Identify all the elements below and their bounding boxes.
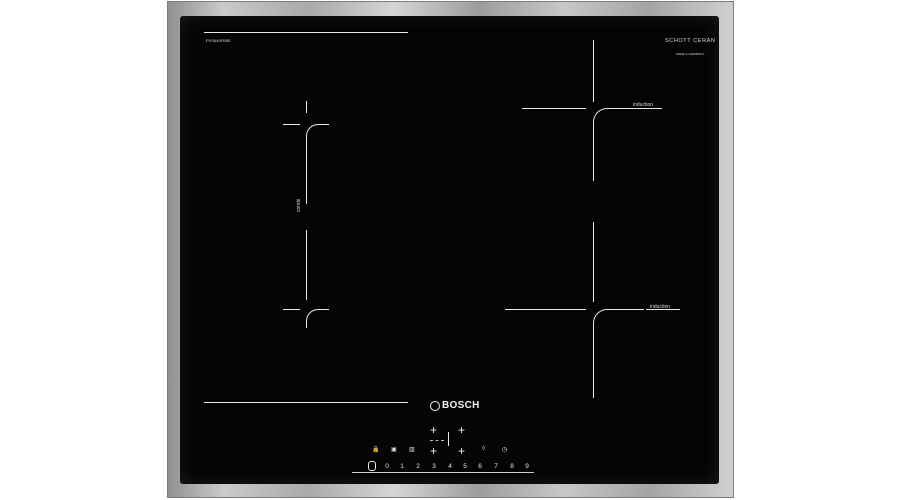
- slider-digit[interactable]: 3: [430, 463, 438, 470]
- power-icon[interactable]: [368, 461, 376, 471]
- power-slider-track[interactable]: [352, 472, 534, 473]
- glass-brand-logo: SCHOTT CERAN: [665, 38, 716, 44]
- induction-top-corner: [593, 108, 630, 181]
- combi-zone-top-tick: [306, 101, 307, 113]
- boost-button[interactable]: ◊: [482, 446, 485, 452]
- induction-bottom-bar: [505, 309, 586, 310]
- top-left-stripe: [204, 32, 408, 33]
- slider-digit[interactable]: 5: [461, 463, 469, 470]
- glass-brand-subtext: MADE IN GERMANY: [676, 52, 705, 56]
- clock-icon[interactable]: ◷: [502, 446, 507, 453]
- brand-name: BOSCH: [442, 400, 480, 411]
- combi-function-button[interactable]: ▥: [409, 446, 415, 453]
- slider-digit[interactable]: 2: [414, 463, 422, 470]
- move-function-button[interactable]: ▣: [391, 446, 397, 453]
- slider-digit[interactable]: 8: [508, 463, 516, 470]
- induction-top-right-bar: [630, 108, 662, 109]
- bottom-left-stripe: [204, 402, 408, 403]
- slider-digit[interactable]: 0: [383, 463, 391, 470]
- induction-top-vertical: [593, 40, 594, 102]
- zone-select-bottom-left[interactable]: +: [430, 445, 437, 457]
- combi-zone-bottom-corner: [306, 309, 329, 328]
- induction-bottom-corner: [593, 309, 644, 398]
- zone-divider: [430, 440, 444, 441]
- combi-zone-side-line-lower: [306, 230, 307, 300]
- child-lock-button[interactable]: 🔒: [372, 446, 379, 453]
- combi-zone-label: combi: [296, 198, 302, 212]
- combi-zone-top-bar: [283, 124, 300, 125]
- zone-cross-vertical: [448, 432, 449, 446]
- zone-select-top-right[interactable]: +: [458, 424, 465, 436]
- slider-digit[interactable]: 9: [523, 463, 531, 470]
- model-number: PVS645FB5E: [206, 38, 231, 43]
- bosch-logo-icon: [430, 401, 440, 411]
- zone-select-top-left[interactable]: +: [430, 424, 437, 436]
- slider-digit[interactable]: 1: [398, 463, 406, 470]
- slider-digit[interactable]: 4: [446, 463, 454, 470]
- slider-digit[interactable]: 7: [492, 463, 500, 470]
- induction-top-bar: [522, 108, 586, 109]
- induction-top-label: induction: [633, 102, 654, 108]
- induction-bottom-vertical: [593, 222, 594, 302]
- ceramic-glass-surface: [180, 16, 719, 484]
- zone-select-bottom-right[interactable]: +: [458, 445, 465, 457]
- combi-zone-bottom-bar: [283, 309, 300, 310]
- combi-zone-top-corner: [306, 124, 329, 145]
- induction-bottom-label: induction: [650, 304, 671, 310]
- slider-digit[interactable]: 6: [476, 463, 484, 470]
- combi-zone-side-line: [306, 144, 307, 204]
